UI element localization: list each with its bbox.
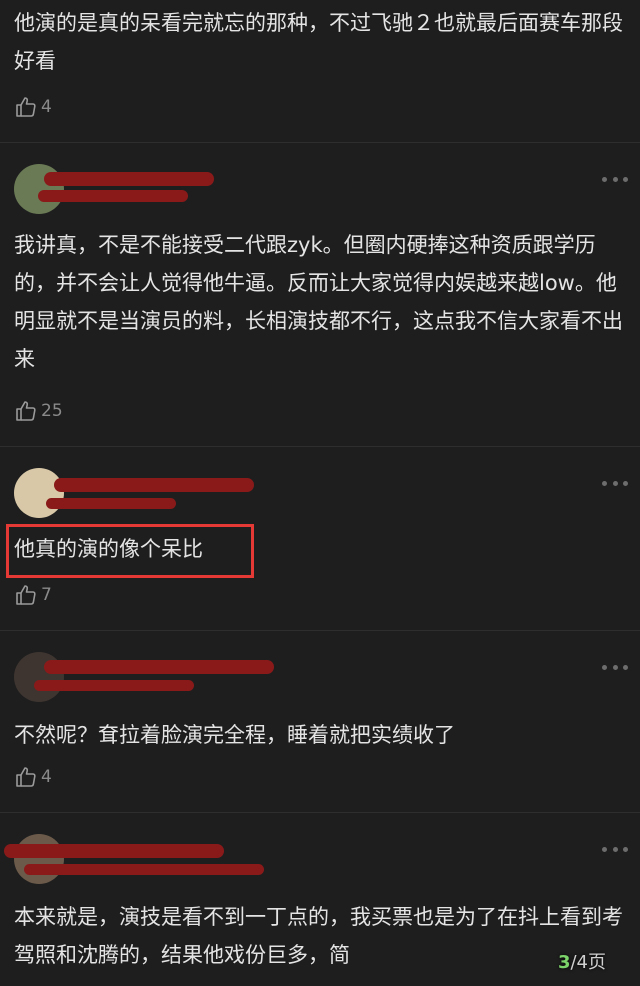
divider [0,142,640,143]
avatar[interactable] [14,468,64,518]
comment-text: 他演的是真的呆看完就忘的那种，不过飞驰２也就最后面赛车那段好看 [14,11,623,73]
comment-text: 本来就是，演技是看不到一丁点的，我买票也是为了在抖上看到考驾照和沈腾的，结果他戏… [14,905,623,967]
redacted-username [44,660,274,674]
like-count: 7 [41,585,52,605]
comment-header [14,468,334,520]
like-count: 4 [41,767,52,787]
more-dots-icon[interactable] [602,478,628,488]
comment-text: 不然呢？耷拉着脸演完全程，睡着就把实绩收了 [14,723,455,747]
redacted-username [54,478,254,492]
like-button[interactable]: 7 [14,582,52,608]
more-dots-icon[interactable] [602,662,628,672]
comment-header [14,652,334,704]
page-current: 3 [557,952,571,973]
divider [0,812,640,813]
comment-header [14,164,334,216]
like-button[interactable]: 4 [14,94,52,120]
like-count: 25 [41,401,63,421]
avatar[interactable] [14,834,64,884]
like-button[interactable]: 25 [14,398,63,424]
thumbs-up-icon [16,97,36,117]
redacted-username [38,190,188,202]
more-dots-icon[interactable] [602,844,628,854]
more-dots-icon[interactable] [602,174,628,184]
page-indicator: 3/4页 [558,948,606,974]
comment-text: 他真的演的像个呆比 [14,537,203,561]
comment-header [4,834,334,886]
redacted-username [4,844,224,858]
thumbs-up-icon [16,401,36,421]
comment-text: 我讲真，不是不能接受二代跟zyk。但圈内硬捧这种资质跟学历的，并不会让人觉得他牛… [14,233,623,371]
divider [0,630,640,631]
redacted-username [46,498,176,509]
like-count: 4 [41,97,52,117]
thumbs-up-icon [16,767,36,787]
redacted-username [34,680,194,691]
divider [0,446,640,447]
redacted-username [24,864,264,875]
redacted-username [44,172,214,186]
page-total: /4页 [570,952,606,973]
like-button[interactable]: 4 [14,764,52,790]
thumbs-up-icon [16,585,36,605]
